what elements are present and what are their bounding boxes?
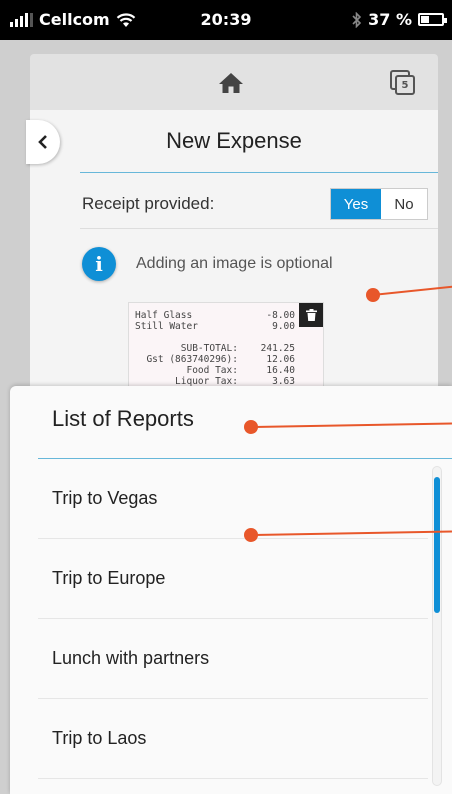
- scrollbar-thumb[interactable]: [434, 477, 440, 613]
- receipt-line-label: Food Tax:: [135, 365, 238, 376]
- row-divider: [80, 228, 438, 229]
- page-title: New Expense: [166, 128, 302, 153]
- reports-stack-icon[interactable]: 5: [390, 70, 416, 96]
- receipt-toggle: Yes No: [330, 188, 428, 220]
- receipt-provided-row: Receipt provided: Yes No: [82, 188, 428, 220]
- receipt-provided-label: Receipt provided:: [82, 194, 215, 213]
- battery-icon: [418, 13, 447, 26]
- scrollbar[interactable]: [432, 466, 442, 786]
- status-bar: Cellcom 20:39 37 %: [0, 0, 452, 40]
- bluetooth-icon: [352, 11, 362, 28]
- info-row: i Adding an image is optional: [82, 246, 333, 282]
- receipt-line: Gst (863740296): 12.06: [135, 354, 317, 365]
- sheet-title: List of Reports: [52, 406, 194, 431]
- receipt-line-value: 16.40: [266, 365, 295, 376]
- info-icon: i: [82, 247, 116, 281]
- receipt-line-label: [135, 332, 141, 343]
- receipt-line: Food Tax: 16.40: [135, 365, 317, 376]
- list-item[interactable]: Lunch with partners: [38, 619, 428, 699]
- receipt-line-label: Gst (863740296):: [135, 354, 238, 365]
- reports-list: Trip to Vegas Trip to Europe Lunch with …: [38, 459, 428, 779]
- app-screen: 5 New Expense Receipt provided: Yes No i…: [0, 40, 452, 794]
- info-text: Adding an image is optional: [136, 255, 333, 272]
- receipt-line: Half Glass -8.00: [135, 310, 317, 321]
- receipt-line: SUB-TOTAL: 241.25: [135, 343, 317, 354]
- receipt-line: Still Water 9.00: [135, 321, 317, 332]
- list-item[interactable]: Trip to Vegas: [38, 459, 428, 539]
- reports-sheet: List of Reports Trip to Vegas Trip to Eu…: [10, 386, 452, 794]
- status-right: 37 %: [352, 10, 447, 29]
- list-item[interactable]: Trip to Europe: [38, 539, 428, 619]
- receipt-line-value: 9.00: [272, 321, 295, 332]
- trash-icon[interactable]: [299, 303, 323, 327]
- title-divider: [80, 172, 438, 173]
- battery-percent: 37 %: [368, 10, 412, 29]
- list-item[interactable]: Trip to Laos: [38, 699, 428, 779]
- receipt-line-value: -8.00: [266, 310, 295, 321]
- toggle-yes-button[interactable]: Yes: [331, 189, 381, 219]
- receipt-line-label: Half Glass: [135, 310, 193, 321]
- receipt-line-value: 12.06: [266, 354, 295, 365]
- receipt-line: [135, 332, 317, 343]
- home-icon[interactable]: [218, 72, 244, 94]
- receipt-lines: Half Glass -8.00 Still Water 9.00 SUB-TOTAL…: [135, 310, 317, 387]
- toggle-no-button[interactable]: No: [381, 189, 427, 219]
- receipt-line-label: Still Water: [135, 321, 198, 332]
- reports-count-badge: 5: [395, 75, 415, 95]
- top-nav-bar: 5: [30, 54, 438, 110]
- receipt-line-value: 241.25: [260, 343, 295, 354]
- receipt-line-label: SUB-TOTAL:: [135, 343, 238, 354]
